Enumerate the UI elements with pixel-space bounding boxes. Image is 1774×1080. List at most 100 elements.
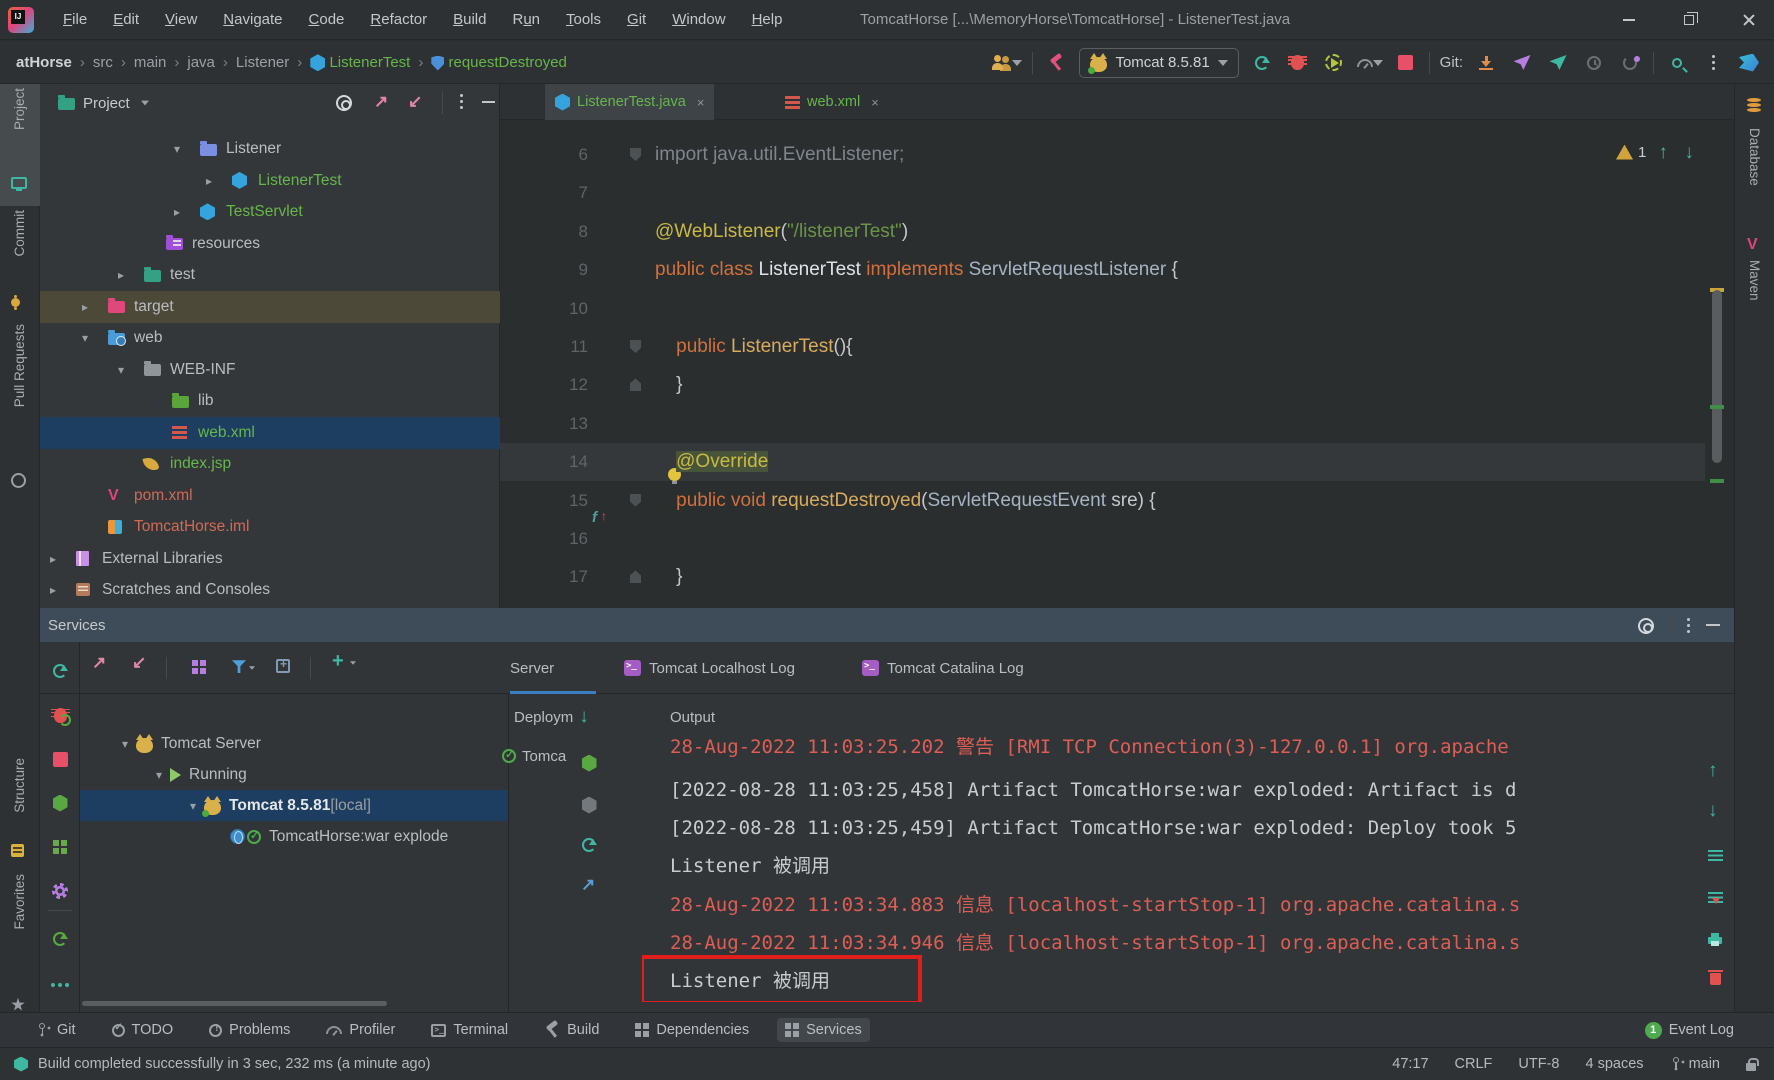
services-tab-tomcat-catalina-log[interactable]: Tomcat Catalina Log (862, 642, 1082, 694)
collapse-all-button[interactable]: ↙ (408, 92, 422, 112)
locate-file-button[interactable] (336, 94, 352, 111)
add-service-button[interactable] (332, 650, 358, 674)
toolwindow-button-git[interactable]: Git (36, 1022, 76, 1038)
sidebar-item-maven[interactable]: Maven (1747, 260, 1762, 301)
stop-server-button[interactable] (47, 744, 73, 774)
line-ending[interactable]: CRLF (1455, 1056, 1493, 1072)
debug-button[interactable] (1285, 48, 1311, 78)
history-button[interactable] (1581, 48, 1607, 78)
fold-marker-icon[interactable] (630, 570, 641, 583)
chevron-down-icon[interactable] (141, 101, 149, 106)
scroll-up-button[interactable] (1702, 756, 1728, 786)
tree-horizontal-scrollbar[interactable] (82, 1000, 512, 1007)
close-button[interactable] (1726, 0, 1772, 40)
git-commit-button[interactable] (1509, 48, 1535, 78)
menu-help[interactable]: Help (739, 11, 796, 28)
sidebar-item-commit[interactable]: Commit (12, 210, 27, 257)
tree-chevron-icon[interactable]: ▾ (82, 331, 88, 345)
code-line-7[interactable]: 7 (500, 174, 1705, 212)
file-encoding[interactable]: UTF-8 (1518, 1056, 1559, 1072)
services-options-button[interactable] (1687, 617, 1690, 634)
toolwindow-button-services[interactable]: Services (777, 1018, 870, 1042)
breadcrumb-item-athorse[interactable]: atHorse (16, 54, 72, 71)
breadcrumb-item-main[interactable]: main (134, 54, 167, 71)
prev-problem-arrow-icon[interactable] (1658, 142, 1672, 162)
menu-build[interactable]: Build (440, 11, 499, 28)
sidebar-item-favorites[interactable]: Favorites (12, 874, 27, 930)
tree-item-web-xml[interactable]: web.xml (40, 417, 500, 449)
redeploy-button[interactable] (576, 830, 602, 860)
rerun-button[interactable] (1249, 48, 1275, 78)
editor-scrollbar[interactable] (1710, 120, 1724, 608)
tree-item-target[interactable]: ▸target (40, 291, 500, 323)
services-tree-item-running[interactable]: ▾Running (80, 759, 508, 790)
tree-item-external-libraries[interactable]: ▸External Libraries (40, 543, 500, 575)
sidebar-item-pull-requests-button[interactable] (11, 472, 26, 490)
tree-chevron-icon[interactable]: ▸ (82, 300, 88, 314)
services-locate-button[interactable] (1638, 616, 1654, 633)
code-line-14[interactable]: 14 @Override (500, 443, 1705, 481)
menu-navigate[interactable]: Navigate (210, 11, 295, 28)
restore-button[interactable] (1666, 0, 1712, 40)
sidebar-item-commit-button[interactable] (11, 294, 20, 312)
tree-chevron-icon[interactable]: ▾ (122, 737, 128, 751)
editor-tab-listenertest-java[interactable]: ListenerTest.java× (545, 84, 714, 120)
toolwindow-button-build[interactable]: Build (544, 1022, 599, 1038)
breadcrumb-item-listenertest[interactable]: ListenerTest (310, 54, 410, 72)
menu-refactor[interactable]: Refactor (357, 11, 440, 28)
tree-chevron-icon[interactable]: ▾ (190, 799, 196, 813)
menu-file[interactable]: File (50, 11, 100, 28)
git-push-button[interactable] (1545, 48, 1571, 78)
rollback-button[interactable] (1617, 48, 1643, 78)
tree-chevron-icon[interactable]: ▸ (174, 205, 180, 219)
fold-marker-icon[interactable] (630, 378, 641, 391)
tree-chevron-icon[interactable]: ▸ (118, 268, 124, 282)
tab-close-icon[interactable]: × (697, 95, 705, 110)
tree-chevron-icon[interactable]: ▾ (174, 142, 180, 156)
services-tab-server[interactable]: Server (510, 642, 596, 694)
server-settings-button[interactable] (47, 876, 73, 906)
project-options-button[interactable] (460, 92, 463, 109)
git-branch-widget[interactable]: main (1670, 1056, 1720, 1072)
toolwindow-button-todo[interactable]: TODO (112, 1022, 174, 1038)
editor-tab-web-xml[interactable]: web.xml× (775, 84, 889, 120)
event-log-button[interactable]: 1 Event Log (1645, 1022, 1734, 1039)
sidebar-item-database-button[interactable] (1747, 96, 1761, 114)
toolwindow-button-terminal[interactable]: Terminal (431, 1022, 508, 1038)
code-line-10[interactable]: 10 (500, 290, 1705, 328)
debug-server-button[interactable] (47, 700, 73, 730)
menu-edit[interactable]: Edit (100, 11, 152, 28)
modules-button[interactable] (47, 832, 73, 862)
code-line-15[interactable]: 15 public void requestDestroyed(ServletR… (500, 482, 1705, 520)
tree-item-resources[interactable]: resources (40, 228, 500, 260)
sidebar-item-maven-button[interactable] (1747, 236, 1758, 254)
tree-item-index-jsp[interactable]: index.jsp (40, 448, 500, 480)
undeploy-artifact-button[interactable] (576, 790, 602, 820)
deployment-column-header[interactable]: Deploym (514, 700, 593, 734)
services-tree-item-tomcat-server[interactable]: ▾Tomcat Server (80, 728, 508, 759)
toolwindow-button-dependencies[interactable]: Dependencies (635, 1022, 749, 1038)
tree-item-lib[interactable]: lib (40, 385, 500, 417)
tree-chevron-icon[interactable]: ▾ (118, 363, 124, 377)
run-with-coverage-button[interactable] (1321, 48, 1347, 78)
tree-item-web-inf[interactable]: ▾WEB-INF (40, 354, 500, 386)
code-with-me-users-button[interactable] (992, 48, 1022, 78)
toolbar-more-button[interactable] (1700, 48, 1726, 78)
tree-chevron-icon[interactable]: ▸ (206, 174, 212, 188)
rerun-server-button[interactable] (47, 656, 73, 686)
sidebar-item-project-button[interactable] (11, 174, 27, 192)
tree-item-web[interactable]: ▾web (40, 322, 500, 354)
code-line-12[interactable]: 12 } (500, 366, 1705, 404)
hide-panel-button[interactable] (482, 101, 495, 103)
open-in-new-tab-button[interactable] (276, 657, 290, 675)
vcs-stripe-mark[interactable] (1710, 405, 1724, 409)
git-update-button[interactable] (1473, 48, 1499, 78)
sidebar-item-structure[interactable]: Structure (12, 758, 27, 813)
hide-services-button[interactable] (1706, 624, 1720, 626)
code-line-11[interactable]: 11 public ListenerTest(){ (500, 328, 1705, 366)
services-tree-item-tomcathorse-war-explode[interactable]: TomcatHorse:war explode (80, 821, 508, 852)
breadcrumb-item-src[interactable]: src (93, 54, 113, 71)
expand-all-button[interactable]: ↗ (374, 92, 388, 112)
menu-window[interactable]: Window (659, 11, 738, 28)
overrides-method-icon[interactable] (592, 501, 612, 519)
